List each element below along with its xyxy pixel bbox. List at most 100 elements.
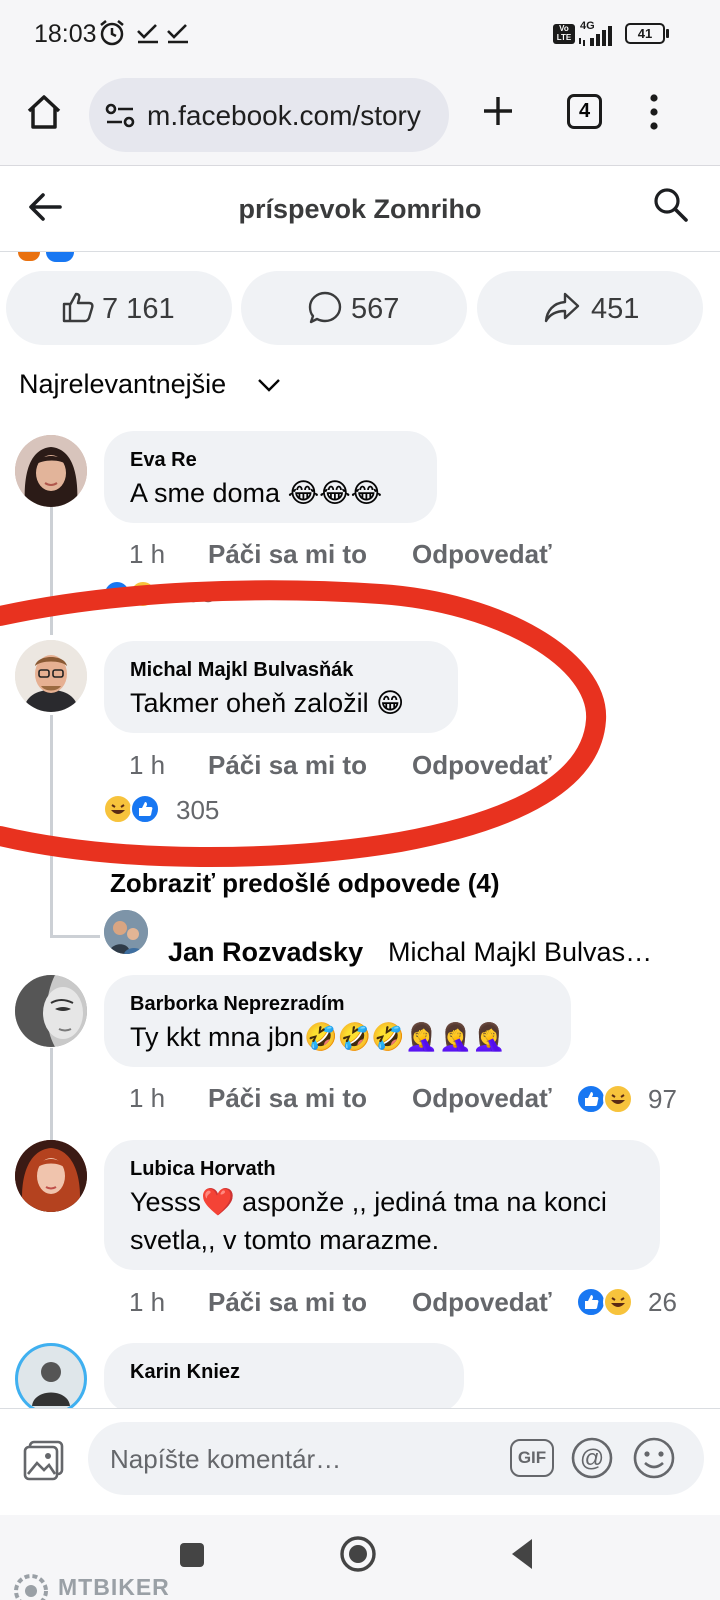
like-comment-button[interactable]: Páči sa mi to: [208, 1287, 367, 1318]
avatar-photo: [15, 435, 87, 507]
comment-time: 1 h: [129, 1287, 166, 1317]
comment-author[interactable]: Lubica Horvath: [130, 1158, 276, 1181]
volte-icon: Vo LTE: [553, 24, 575, 44]
comment-input[interactable]: Napíšte komentár… GIF @: [88, 1422, 704, 1495]
like-reaction-icon: [130, 794, 160, 824]
home-nav-button[interactable]: [338, 1534, 378, 1574]
browser-toolbar: m.facebook.com/story 4: [0, 70, 720, 166]
chevron-down-icon: [258, 379, 280, 392]
more-menu-icon[interactable]: [646, 92, 662, 132]
gif-button[interactable]: GIF: [510, 1439, 554, 1477]
watermark-text: MTBIKER: [58, 1574, 170, 1600]
sort-label: Najrelevantnejšie: [19, 369, 227, 399]
thread-line: [50, 935, 100, 938]
comment-time: 1 h: [129, 750, 166, 780]
recent-apps-button[interactable]: [180, 1543, 204, 1567]
comment-author[interactable]: Karin Kniez: [130, 1361, 240, 1384]
page-header: príspevok Zomriho: [0, 166, 720, 252]
sort-dropdown[interactable]: Najrelevantnejšie: [19, 369, 280, 400]
home-icon[interactable]: [24, 92, 64, 132]
comment-text: A sme doma 😂😂😂: [130, 478, 383, 508]
like-button[interactable]: 7 161: [6, 271, 232, 345]
view-previous-replies-link[interactable]: Zobraziť predošlé odpovede (4): [110, 868, 500, 899]
comment-button[interactable]: 567: [241, 271, 467, 345]
comment-author[interactable]: Eva Re: [130, 449, 197, 472]
reaction-icons[interactable]: [103, 794, 165, 824]
gif-label: GIF: [517, 1448, 547, 1467]
reply-button[interactable]: Odpovedať: [412, 750, 552, 781]
reply-author[interactable]: Jan Rozvadsky: [168, 937, 363, 968]
comment-composer: Napíšte komentár… GIF @: [0, 1408, 720, 1515]
comment-bubble: Karin Kniez: [104, 1343, 464, 1413]
comment-author[interactable]: Barborka Neprezradím: [130, 993, 345, 1016]
reply-preview-text[interactable]: Michal Majkl Bulvas…: [388, 937, 652, 968]
avatar-photo: [15, 640, 87, 712]
comment-bubble: Lubica Horvath Yesss❤️ asponže ,, jediná…: [104, 1140, 660, 1270]
haha-reaction-icon: [129, 580, 157, 608]
photo-icon[interactable]: [22, 1438, 66, 1482]
reaction-icons[interactable]: [576, 1084, 636, 1114]
comment-count: 567: [351, 293, 400, 325]
comment-text-line-2: svetla,, v tomto marazme.: [130, 1225, 440, 1255]
reply-button[interactable]: Odpovedať: [412, 1083, 552, 1114]
reply-button[interactable]: Odpovedať: [412, 1287, 552, 1318]
battery-tip: [666, 29, 669, 38]
share-arrow-icon: [544, 292, 580, 323]
avatar[interactable]: [15, 975, 87, 1047]
thumbs-up-icon: [62, 292, 94, 323]
like-comment-button[interactable]: Páči sa mi to: [208, 1083, 367, 1114]
comment-author[interactable]: Michal Majkl Bulvasňák: [130, 659, 353, 682]
tab-switcher-button[interactable]: 4: [567, 94, 602, 129]
haha-reaction-icon: [603, 1084, 633, 1114]
comment-placeholder: Napíšte komentár…: [110, 1444, 342, 1474]
avatar-photo: [15, 975, 87, 1047]
new-tab-icon[interactable]: [481, 94, 515, 128]
avatar-photo: [15, 1140, 87, 1212]
tab-count: 4: [578, 100, 591, 122]
comment-text: Takmer oheň založil 😁: [130, 688, 405, 718]
reaction-icons[interactable]: [576, 1287, 636, 1317]
reaction-icons[interactable]: [103, 580, 163, 610]
page-title: príspevok Zomriho: [238, 194, 482, 224]
like-reaction-icon: [576, 1084, 606, 1114]
address-bar[interactable]: m.facebook.com/story: [89, 78, 449, 152]
like-comment-button[interactable]: Páči sa mi to: [208, 750, 367, 781]
check-icon: [137, 24, 158, 44]
thread-line: [50, 1048, 53, 1148]
avatar[interactable]: [15, 1140, 87, 1212]
reply-button[interactable]: Odpovedať: [412, 539, 552, 570]
search-icon[interactable]: [652, 186, 690, 224]
check-icon: [167, 24, 188, 44]
comment-time: 1 h: [129, 1083, 166, 1113]
reaction-count: 97: [648, 1084, 677, 1114]
battery-icon: 41: [625, 23, 665, 44]
emoji-icon[interactable]: [632, 1436, 676, 1480]
reaction-icon-like: [46, 252, 74, 262]
mtbiker-logo-icon: [14, 1574, 48, 1600]
status-bar: 18:03 Vo LTE 4G 41: [0, 0, 720, 70]
site-settings-icon[interactable]: [105, 102, 137, 130]
avatar-photo: [18, 1346, 84, 1412]
alarm-icon: [100, 20, 124, 46]
avatar[interactable]: [15, 1343, 87, 1415]
like-reaction-icon: [576, 1287, 606, 1317]
comment-text: Ty kkt mna jbn🤣🤣🤣🤦‍♀️🤦‍♀️🤦‍♀️: [130, 1022, 506, 1052]
comment-bubble: Barborka Neprezradím Ty kkt mna jbn🤣🤣🤣🤦‍…: [104, 975, 571, 1067]
like-comment-button[interactable]: Páči sa mi to: [208, 539, 367, 570]
avatar[interactable]: [15, 435, 87, 507]
signal-icon: [579, 26, 612, 46]
comment-bubble: Eva Re A sme doma 😂😂😂: [104, 431, 437, 523]
battery-level: 41: [637, 26, 653, 41]
avatar[interactable]: [104, 910, 148, 954]
reaction-count-clip: 498: [172, 578, 232, 608]
haha-reaction-icon: [103, 794, 133, 824]
back-nav-button[interactable]: [508, 1537, 536, 1571]
share-button[interactable]: 451: [477, 271, 703, 345]
url-text: m.facebook.com/story: [147, 100, 421, 131]
mention-icon[interactable]: @: [570, 1436, 614, 1480]
comment-time: 1 h: [129, 539, 166, 569]
like-count: 7 161: [102, 293, 175, 325]
avatar[interactable]: [15, 640, 87, 712]
reaction-icon-angry: [18, 252, 40, 261]
thread-line: [50, 715, 53, 938]
